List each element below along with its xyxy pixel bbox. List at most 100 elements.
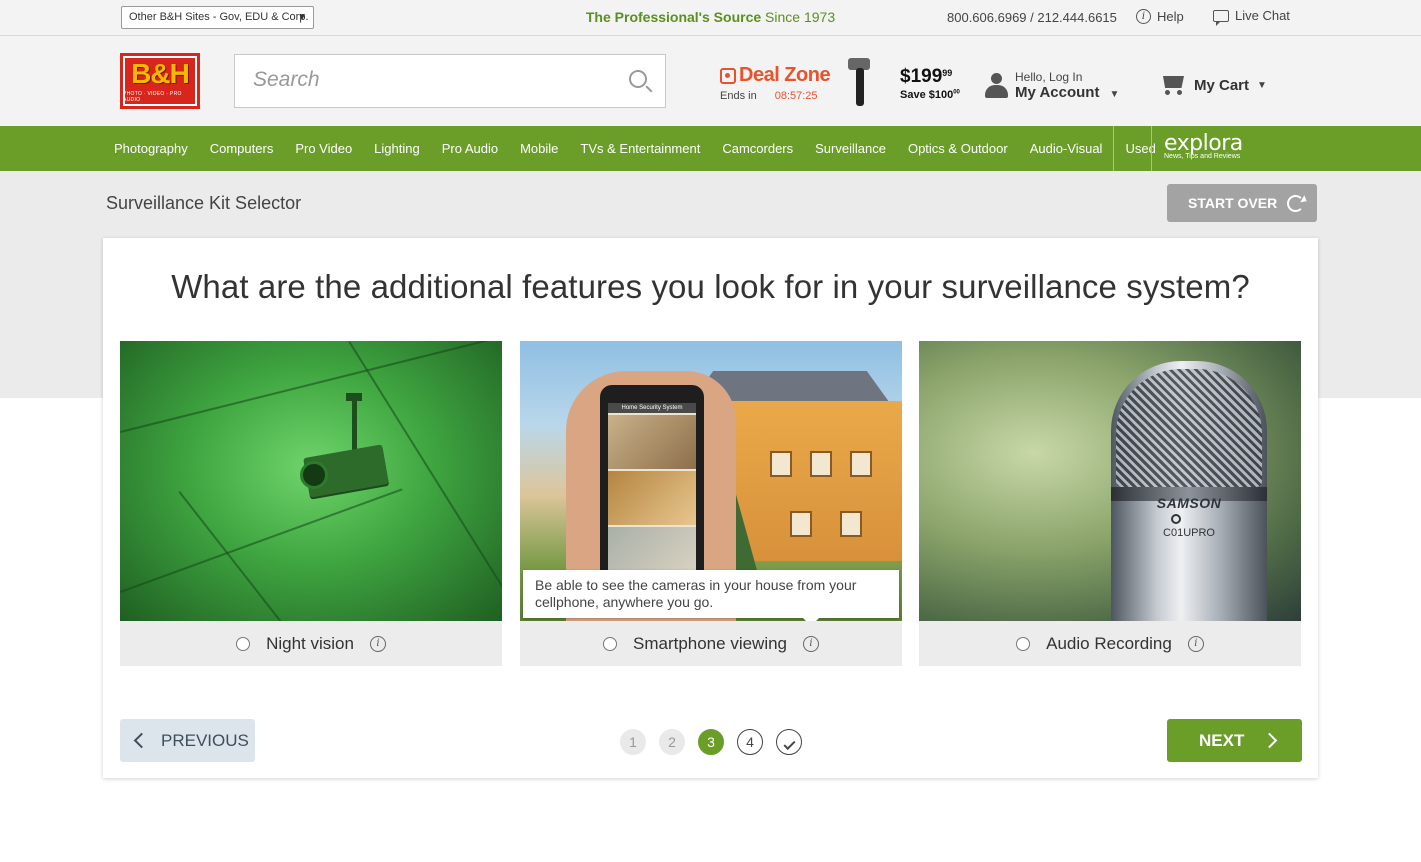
smartphone-viewing-label: Smartphone viewing bbox=[632, 633, 788, 653]
deal-zone-title: Deal Zone bbox=[720, 64, 831, 87]
nav-item-pro-audio[interactable]: Pro Audio bbox=[431, 126, 509, 171]
bh-logo[interactable]: B&H PHOTO · VIDEO · PRO AUDIO bbox=[120, 53, 200, 109]
nav-item-pro-video[interactable]: Pro Video bbox=[284, 126, 363, 171]
my-cart-label: My Cart bbox=[1194, 76, 1250, 94]
nav-item-surveillance[interactable]: Surveillance bbox=[804, 126, 897, 171]
next-button[interactable]: NEXT bbox=[1167, 719, 1302, 762]
camera-lens bbox=[300, 461, 328, 489]
tagline-bold: The Professional's Source bbox=[585, 9, 762, 25]
search-box bbox=[234, 54, 666, 108]
tag-icon bbox=[720, 67, 736, 84]
microphone-grille bbox=[1116, 369, 1262, 487]
step-results bbox=[776, 729, 802, 755]
gimbal-handle bbox=[856, 68, 864, 106]
deal-savings: Save $10000 bbox=[900, 89, 960, 101]
ends-in-label: Ends in bbox=[720, 90, 757, 102]
camera-mount bbox=[352, 397, 357, 455]
nav-item-photography[interactable]: Photography bbox=[103, 126, 199, 171]
microphone-brand: SAMSON bbox=[1156, 495, 1222, 511]
site-header: B&H PHOTO · VIDEO · PRO AUDIO Deal Zone … bbox=[0, 36, 1421, 126]
info-icon: i bbox=[1136, 9, 1151, 24]
chevron-left-icon bbox=[133, 732, 150, 749]
nav-item-audio-visual[interactable]: Audio-Visual bbox=[1019, 126, 1114, 171]
phone: Home Security System bbox=[600, 385, 704, 585]
deal-zone-label: Deal Zone bbox=[739, 64, 831, 86]
deal-savings-cents: 00 bbox=[953, 89, 960, 96]
option-label-row: Night vision i bbox=[120, 621, 502, 666]
step-4: 4 bbox=[737, 729, 763, 755]
deal-zone[interactable]: Deal Zone Ends in 08:57:25 bbox=[720, 64, 831, 102]
main-nav: Photography Computers Pro Video Lighting… bbox=[0, 126, 1421, 171]
chat-bubble-icon bbox=[1213, 9, 1229, 26]
logo-subtext: PHOTO · VIDEO · PRO AUDIO bbox=[123, 91, 182, 103]
step-2[interactable]: 2 bbox=[659, 729, 685, 755]
hello-login: Hello, Log In bbox=[1015, 70, 1083, 84]
nav-item-mobile[interactable]: Mobile bbox=[509, 126, 569, 171]
start-over-button[interactable]: START OVER bbox=[1167, 184, 1317, 222]
night-vision-label: Night vision bbox=[266, 633, 354, 653]
question-heading: What are the additional features you loo… bbox=[171, 268, 1250, 305]
tagline: The Professional's Source Since 1973 bbox=[0, 9, 1421, 25]
house-window bbox=[810, 451, 832, 477]
page-title: Surveillance Kit Selector bbox=[106, 193, 302, 213]
house-window bbox=[850, 451, 872, 477]
tagline-since: Since 1973 bbox=[761, 9, 836, 25]
caret-down-icon: ▼ bbox=[1257, 79, 1267, 91]
info-icon[interactable]: i bbox=[1187, 635, 1204, 652]
cart-menu[interactable]: My Cart ▼ bbox=[1160, 74, 1267, 96]
search-input[interactable] bbox=[235, 55, 615, 105]
microphone-model: C01UPRO bbox=[1163, 527, 1215, 539]
checkmark-icon bbox=[782, 737, 796, 751]
nav-item-computers[interactable]: Computers bbox=[199, 126, 285, 171]
user-icon bbox=[985, 72, 1008, 99]
utility-bar: Other B&H Sites - Gov, EDU & Corp. ▼ The… bbox=[0, 0, 1421, 36]
smartphone-tooltip: Be able to see the cameras in your house… bbox=[523, 570, 899, 621]
house-window bbox=[840, 511, 862, 537]
deal-product-image[interactable] bbox=[846, 58, 874, 106]
account-menu[interactable]: Hello, Log In My Account ▼ bbox=[985, 70, 1119, 101]
explora-tagline: News, Tips and Reviews bbox=[1164, 153, 1241, 160]
deal-price[interactable]: $19999 Save $10000 bbox=[900, 66, 960, 101]
night-vision-image bbox=[120, 341, 502, 621]
logo-text: B&H bbox=[131, 58, 190, 89]
nav-item-camcorders[interactable]: Camcorders bbox=[711, 126, 804, 171]
nav-item-tvs-entertainment[interactable]: TVs & Entertainment bbox=[569, 126, 711, 171]
ceiling-line bbox=[120, 488, 403, 593]
deal-countdown: Ends in 08:57:25 bbox=[720, 90, 830, 102]
info-icon[interactable]: i bbox=[369, 635, 386, 652]
refresh-icon bbox=[1287, 194, 1305, 212]
cart-wheel bbox=[1177, 90, 1182, 95]
explora-link[interactable]: explora News, Tips and Reviews bbox=[1151, 126, 1243, 171]
audio-recording-radio[interactable] bbox=[1016, 636, 1031, 651]
nav-item-lighting[interactable]: Lighting bbox=[363, 126, 431, 171]
step-1[interactable]: 1 bbox=[620, 729, 646, 755]
smartphone-viewing-radio[interactable] bbox=[602, 636, 617, 651]
ceiling-line bbox=[120, 341, 502, 433]
deal-savings-dollars: Save $100 bbox=[900, 89, 954, 101]
help-label: Help bbox=[1157, 9, 1184, 24]
option-audio-recording[interactable]: SAMSON C01UPRO Audio Recording i bbox=[919, 341, 1301, 666]
smartphone-viewing-image: Home Security System Be able to see the … bbox=[520, 341, 902, 621]
cart-wheel bbox=[1165, 90, 1170, 95]
step-3: 3 bbox=[698, 729, 724, 755]
my-account-label: My Account ▼ bbox=[1015, 84, 1119, 101]
camera-feed bbox=[608, 415, 696, 469]
live-chat-label: Live Chat bbox=[1235, 8, 1290, 23]
chevron-right-icon bbox=[1262, 732, 1278, 749]
start-over-label: START OVER bbox=[1188, 195, 1278, 211]
info-icon[interactable]: i bbox=[803, 635, 820, 652]
option-night-vision[interactable]: Night vision i bbox=[120, 341, 502, 666]
house-window bbox=[770, 451, 792, 477]
night-vision-radio[interactable] bbox=[236, 636, 251, 651]
search-icon[interactable] bbox=[629, 70, 647, 88]
microphone-indicator bbox=[1171, 514, 1181, 524]
option-label-row: Audio Recording i bbox=[919, 621, 1301, 666]
option-smartphone-viewing[interactable]: Home Security System Be able to see the … bbox=[520, 341, 902, 666]
step-indicator: 1 2 3 4 bbox=[620, 729, 802, 755]
help-link[interactable]: i Help bbox=[1136, 9, 1184, 24]
previous-label: PREVIOUS bbox=[161, 730, 249, 750]
previous-button[interactable]: PREVIOUS bbox=[120, 719, 255, 762]
next-label: NEXT bbox=[1199, 730, 1245, 750]
nav-item-optics-outdoor[interactable]: Optics & Outdoor bbox=[897, 126, 1019, 171]
live-chat-link[interactable]: Live Chat bbox=[1213, 8, 1290, 26]
